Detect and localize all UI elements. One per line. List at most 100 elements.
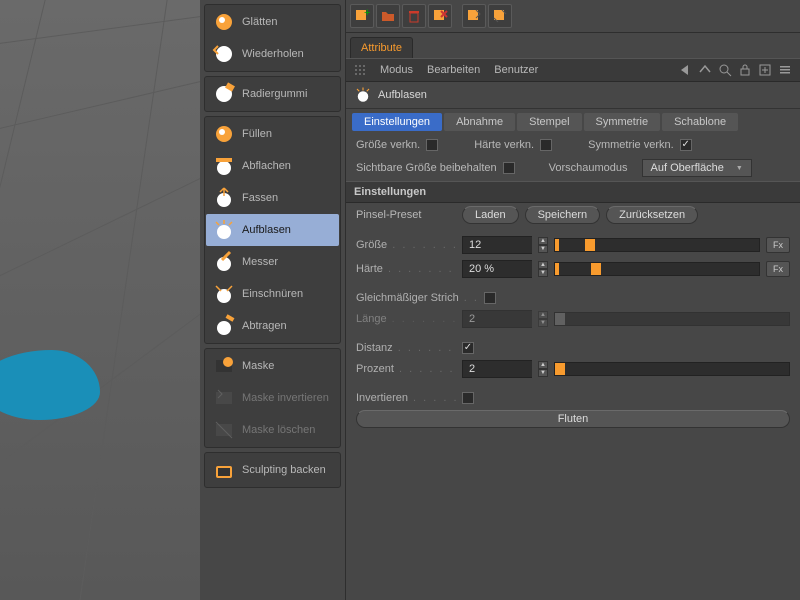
haerte-label: Härte: [356, 263, 456, 275]
invertieren-label: Invertieren: [356, 392, 456, 404]
knife-icon: [212, 250, 236, 274]
flatten-icon: [212, 154, 236, 178]
repeat-icon: [212, 42, 236, 66]
haerte-spinner[interactable]: ▲▼: [538, 261, 548, 277]
laenge-spinner: ▲▼: [538, 311, 548, 327]
search-icon[interactable]: [718, 63, 732, 77]
tool-maske[interactable]: Maske: [206, 350, 339, 382]
preset-save-button[interactable]: Speichern: [525, 206, 601, 224]
laenge-input: 2: [462, 310, 532, 328]
tool-fassen[interactable]: Fassen: [206, 182, 339, 214]
subtab-abnahme[interactable]: Abnahme: [444, 113, 515, 131]
viewport-3d[interactable]: [0, 0, 200, 600]
gleich-row: Gleichmäßiger Strich: [346, 289, 800, 307]
tool-label: Maske invertieren: [242, 392, 329, 404]
tool-sculpting-backen[interactable]: Sculpting backen: [206, 454, 339, 486]
pinch-icon: [212, 282, 236, 306]
nav-back-icon[interactable]: [678, 63, 692, 77]
check-groesse-verkn[interactable]: Größe verkn.: [356, 139, 438, 151]
tool-glaetten[interactable]: Glätten: [206, 6, 339, 38]
subtab-einstellungen[interactable]: Einstellungen: [352, 113, 442, 131]
layout-folder-icon[interactable]: [376, 4, 400, 28]
haerte-row: Härte 20 % ▲▼ Fx: [346, 257, 800, 281]
layout-btn-5[interactable]: [462, 4, 486, 28]
tool-aufblasen[interactable]: Aufblasen: [206, 214, 339, 246]
invertieren-row: Invertieren: [346, 389, 800, 407]
tool-label: Messer: [242, 256, 278, 268]
menu-modus[interactable]: Modus: [380, 64, 413, 76]
tab-attribute[interactable]: Attribute: [350, 37, 413, 58]
tool-abtragen[interactable]: Abtragen: [206, 310, 339, 342]
fill-icon: [212, 122, 236, 146]
check-symmetrie-verkn[interactable]: Symmetrie verkn.: [588, 139, 692, 151]
menu-bearbeiten[interactable]: Bearbeiten: [427, 64, 480, 76]
layout-icon-row: +: [346, 0, 800, 33]
prozent-spinner[interactable]: ▲▼: [538, 361, 548, 377]
menu-benutzer[interactable]: Benutzer: [494, 64, 538, 76]
groesse-input[interactable]: 12: [462, 236, 532, 254]
laenge-row: Länge 2 ▲▼: [346, 307, 800, 331]
subtab-stempel[interactable]: Stempel: [517, 113, 581, 131]
haerte-slider[interactable]: [554, 262, 760, 276]
groesse-spinner[interactable]: ▲▼: [538, 237, 548, 253]
fluten-button[interactable]: Fluten: [356, 410, 790, 428]
tool-abflachen[interactable]: Abflachen: [206, 150, 339, 182]
subtab-schablone[interactable]: Schablone: [662, 113, 738, 131]
svg-text:+: +: [364, 8, 370, 19]
invertieren-checkbox[interactable]: [462, 392, 474, 404]
vorschaumodus-dropdown[interactable]: Auf Oberfläche: [642, 159, 752, 177]
layout-btn-6[interactable]: [488, 4, 512, 28]
tool-maske-loeschen[interactable]: Maske löschen: [206, 414, 339, 446]
tool-label: Radiergummi: [242, 88, 307, 100]
gleich-checkbox[interactable]: [484, 292, 496, 304]
haerte-input[interactable]: 20 %: [462, 260, 532, 278]
mask-invert-icon: [212, 386, 236, 410]
link-row-2: Sichtbare Größe beibehalten Vorschaumodu…: [346, 155, 800, 181]
link-row-1: Größe verkn. Härte verkn. Symmetrie verk…: [346, 135, 800, 155]
scrape-icon: [212, 314, 236, 338]
haerte-fx-button[interactable]: Fx: [766, 261, 790, 277]
smooth-icon: [212, 10, 236, 34]
distanz-row: Distanz: [346, 339, 800, 357]
prozent-slider[interactable]: [554, 362, 790, 376]
tool-header: Aufblasen: [346, 82, 800, 109]
inflate-icon: [354, 86, 372, 104]
new-window-icon[interactable]: [758, 63, 772, 77]
tool-title: Aufblasen: [378, 89, 427, 101]
subtab-row: Einstellungen Abnahme Stempel Symmetrie …: [346, 109, 800, 135]
preset-load-button[interactable]: Laden: [462, 206, 519, 224]
lock-icon[interactable]: [738, 63, 752, 77]
tool-fuellen[interactable]: Füllen: [206, 118, 339, 150]
viewport-grid: [0, 0, 200, 600]
preset-reset-button[interactable]: Zurücksetzen: [606, 206, 698, 224]
preset-row: Pinsel-Preset Laden Speichern Zurücksetz…: [346, 203, 800, 227]
check-haerte-verkn[interactable]: Härte verkn.: [474, 139, 552, 151]
mask-icon: [212, 354, 236, 378]
nav-up-icon[interactable]: [698, 63, 712, 77]
panel-grip-icon[interactable]: [354, 64, 366, 76]
layout-remove-icon[interactable]: [428, 4, 452, 28]
grab-icon: [212, 186, 236, 210]
distanz-checkbox[interactable]: [462, 342, 474, 354]
prozent-input[interactable]: 2: [462, 360, 532, 378]
layout-add-icon[interactable]: +: [350, 4, 374, 28]
eraser-icon: [212, 82, 236, 106]
tool-label: Abflachen: [242, 160, 291, 172]
groesse-fx-button[interactable]: Fx: [766, 237, 790, 253]
subtab-symmetrie[interactable]: Symmetrie: [584, 113, 661, 131]
bake-icon: [212, 458, 236, 482]
tool-messer[interactable]: Messer: [206, 246, 339, 278]
tool-maske-invertieren[interactable]: Maske invertieren: [206, 382, 339, 414]
groesse-label: Größe: [356, 239, 456, 251]
tool-radiergummi[interactable]: Radiergummi: [206, 78, 339, 110]
tool-label: Maske: [242, 360, 274, 372]
preset-label: Pinsel-Preset: [356, 209, 456, 221]
layout-delete-icon[interactable]: [402, 4, 426, 28]
check-sichtbare-groesse[interactable]: Sichtbare Größe beibehalten: [356, 162, 515, 174]
tool-einschnueren[interactable]: Einschnüren: [206, 278, 339, 310]
tool-wiederholen[interactable]: Wiederholen: [206, 38, 339, 70]
tool-label: Abtragen: [242, 320, 287, 332]
menu-more-icon[interactable]: [778, 63, 792, 77]
vorschaumodus-label: Vorschaumodus: [549, 162, 628, 174]
groesse-slider[interactable]: [554, 238, 760, 252]
